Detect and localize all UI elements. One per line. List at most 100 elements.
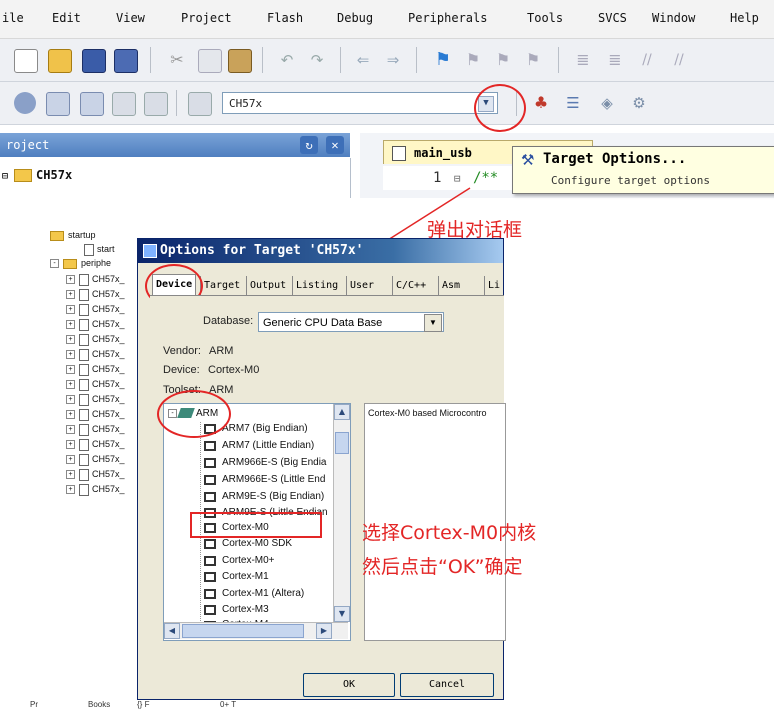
menu-view[interactable]: View	[116, 11, 145, 25]
menu-file[interactable]: ile	[2, 11, 24, 25]
tree-folder-peripheral[interactable]: - periphe	[50, 256, 111, 270]
nav-back-icon[interactable]: ⇐	[352, 49, 374, 71]
expand-icon[interactable]: +	[66, 440, 75, 450]
fold-icon[interactable]: ⊟	[454, 172, 461, 185]
tree-file[interactable]: + CH57x_	[66, 317, 125, 331]
uncomment-icon[interactable]: //	[668, 49, 690, 71]
bookmark-icon[interactable]: ⚑	[432, 49, 454, 71]
expand-icon[interactable]: +	[66, 305, 75, 315]
bottom-tab-functions[interactable]: {} F	[137, 700, 149, 709]
device-item[interactable]: ARM966E-S (Little End	[222, 472, 325, 488]
expand-icon[interactable]: +	[66, 470, 75, 480]
expand-icon[interactable]: +	[66, 350, 75, 360]
tree-file[interactable]: + CH57x_	[66, 482, 125, 496]
menu-flash[interactable]: Flash	[267, 11, 303, 25]
expand-icon[interactable]: +	[66, 455, 75, 465]
device-item[interactable]: Cortex-M1 (Altera)	[222, 586, 304, 602]
target-select[interactable]: CH57x ▼	[222, 92, 498, 114]
cut-icon[interactable]: ✂	[166, 49, 188, 71]
tab-output[interactable]: Output	[246, 276, 289, 296]
device-item[interactable]: Cortex-M3	[222, 602, 269, 618]
tree-file[interactable]: + CH57x_	[66, 392, 125, 406]
device-item[interactable]: ARM7 (Big Endian)	[222, 421, 308, 437]
expand-icon[interactable]: +	[66, 275, 75, 285]
bottom-tab-templates[interactable]: 0+ T	[220, 700, 236, 709]
device-item[interactable]: Cortex-M0+	[222, 553, 275, 569]
tab-listing[interactable]: Listing	[292, 276, 341, 296]
tree-file[interactable]: + CH57x_	[66, 437, 125, 451]
close-icon[interactable]: ✕	[326, 136, 344, 154]
indent-icon[interactable]: ≣	[572, 49, 594, 71]
expand-icon[interactable]: +	[66, 335, 75, 345]
new-file-icon[interactable]	[14, 49, 38, 73]
expand-icon[interactable]: +	[66, 410, 75, 420]
build-icon[interactable]	[46, 92, 70, 116]
tab-linker[interactable]: Li	[484, 276, 503, 296]
device-item[interactable]: ARM9E-S (Big Endian)	[222, 489, 324, 505]
scroll-right-icon[interactable]: ▶	[316, 623, 332, 639]
scroll-up-icon[interactable]: ▲	[334, 404, 350, 420]
tree-file[interactable]: + CH57x_	[66, 287, 125, 301]
translate-icon[interactable]	[14, 92, 36, 114]
tab-asm[interactable]: Asm	[438, 276, 463, 296]
bottom-tab-project[interactable]: Pr	[30, 700, 38, 709]
expand-icon[interactable]: +	[66, 395, 75, 405]
scroll-thumb[interactable]	[182, 624, 304, 638]
tree-file[interactable]: + CH57x_	[66, 362, 125, 376]
menu-help[interactable]: Help	[730, 11, 759, 25]
unindent-icon[interactable]: ≣	[604, 49, 626, 71]
next-bookmark-icon[interactable]: ⚑	[492, 49, 514, 71]
tab-user[interactable]: User	[346, 276, 377, 296]
cancel-button[interactable]: Cancel	[400, 673, 494, 697]
expand-icon[interactable]: +	[66, 290, 75, 300]
device-item[interactable]: Cortex-M1	[222, 569, 269, 585]
collapse-icon[interactable]: -	[50, 259, 59, 269]
save-all-icon[interactable]	[114, 49, 138, 73]
device-tree-hscroll[interactable]: ◀ ▶	[164, 622, 348, 639]
menu-tools[interactable]: Tools	[527, 11, 563, 25]
expand-icon[interactable]: +	[66, 425, 75, 435]
tree-file[interactable]: + CH57x_	[66, 377, 125, 391]
rebuild-icon[interactable]	[80, 92, 104, 116]
open-folder-icon[interactable]	[48, 49, 72, 73]
expand-icon[interactable]: +	[66, 380, 75, 390]
save-icon[interactable]	[82, 49, 106, 73]
copy-icon[interactable]	[198, 49, 222, 73]
dialog-title-bar[interactable]: Options for Target 'CH57x'	[138, 239, 503, 263]
tree-folder-startup[interactable]: startup	[50, 228, 96, 242]
stop-build-icon[interactable]	[144, 92, 168, 116]
expand-icon[interactable]: +	[66, 320, 75, 330]
tree-file[interactable]: + CH57x_	[66, 272, 125, 286]
device-item[interactable]: Cortex-M0 SDK	[222, 536, 292, 552]
redo-icon[interactable]: ↷	[306, 49, 328, 71]
project-items-icon[interactable]: ☰	[562, 92, 584, 114]
tree-file[interactable]: + CH57x_	[66, 407, 125, 421]
ok-button[interactable]: OK	[303, 673, 395, 697]
database-select[interactable]: Generic CPU Data Base ▼	[258, 312, 444, 332]
comment-icon[interactable]: //	[636, 49, 658, 71]
nav-forward-icon[interactable]: ⇒	[382, 49, 404, 71]
batch-build-icon[interactable]	[112, 92, 136, 116]
tree-file[interactable]: + CH57x_	[66, 302, 125, 316]
prev-bookmark-icon[interactable]: ⚑	[462, 49, 484, 71]
menu-svcs[interactable]: SVCS	[598, 11, 627, 25]
pack-installer-icon[interactable]: ⚙	[628, 92, 650, 114]
expand-icon[interactable]: +	[66, 365, 75, 375]
project-root[interactable]: ⊟ CH57x	[2, 168, 72, 182]
undo-icon[interactable]: ↶	[276, 49, 298, 71]
tree-file[interactable]: + CH57x_	[66, 347, 125, 361]
clear-bookmarks-icon[interactable]: ⚑	[522, 49, 544, 71]
paste-icon[interactable]	[228, 49, 252, 73]
menu-edit[interactable]: Edit	[52, 11, 81, 25]
tree-file[interactable]: + CH57x_	[66, 467, 125, 481]
device-item[interactable]: ARM7 (Little Endian)	[222, 438, 314, 454]
device-tree-vscroll[interactable]: ▲ ▼	[333, 404, 350, 622]
device-item[interactable]: ARM966E-S (Big Endia	[222, 455, 327, 471]
tab-target[interactable]: Target	[200, 276, 243, 296]
tree-file[interactable]: + CH57x_	[66, 422, 125, 436]
chevron-down-icon[interactable]: ▼	[424, 314, 442, 332]
menu-window[interactable]: Window	[652, 11, 695, 25]
expand-icon[interactable]: +	[66, 485, 75, 495]
bottom-tab-books[interactable]: Books	[88, 700, 110, 709]
menu-project[interactable]: Project	[181, 11, 232, 25]
